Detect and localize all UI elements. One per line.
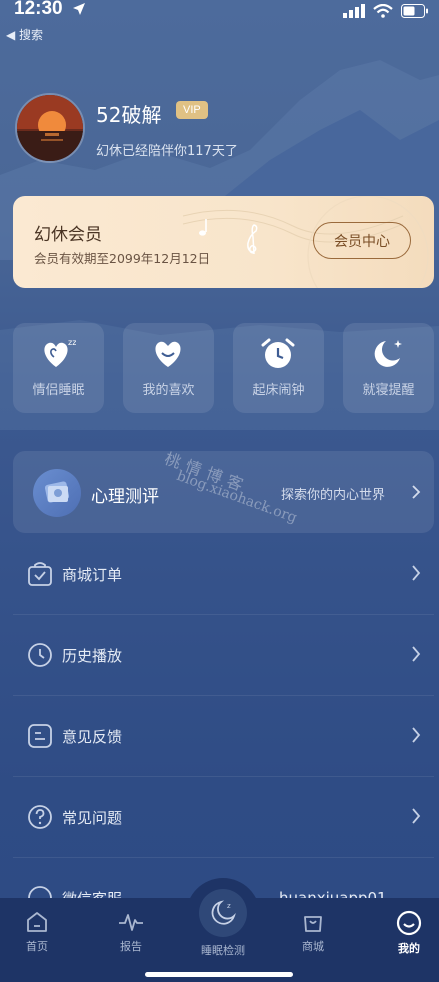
status-time: 12:30 — [14, 0, 63, 19]
quick-action-alarm[interactable]: 起床闹钟 — [233, 323, 324, 413]
tab-report[interactable]: 报告 — [96, 904, 166, 964]
status-bar: 12:30 — [0, 0, 439, 24]
treble-clef-icon — [247, 224, 258, 255]
menu-item-feedback[interactable]: 意见反馈 — [13, 697, 434, 777]
quick-action-label: 起床闹钟 — [252, 383, 305, 398]
pulse-icon — [119, 914, 143, 931]
bag-icon — [28, 562, 52, 586]
cellular-signal-icon — [343, 4, 365, 18]
heart-smile-icon — [155, 341, 181, 367]
menu-label: 历史播放 — [62, 647, 123, 665]
chevron-right-icon — [412, 646, 421, 662]
psych-test-subtitle: 探索你的内心世界 — [281, 488, 386, 503]
music-note-icon — [199, 219, 207, 236]
tab-label: 报告 — [120, 940, 142, 953]
home-icon — [27, 912, 47, 932]
location-arrow-icon — [73, 3, 85, 15]
battery-icon — [401, 4, 428, 18]
wifi-icon — [373, 4, 393, 18]
member-center-button[interactable]: 会员中心 — [313, 222, 411, 259]
tab-label: 我的 — [398, 942, 420, 955]
quick-action-label: 就寝提醒 — [362, 383, 415, 398]
menu-label: 意见反馈 — [62, 728, 123, 746]
quick-action-bedtime[interactable]: 就寝提醒 — [343, 323, 434, 413]
psych-test-icon — [33, 469, 81, 517]
clock-icon — [28, 643, 52, 667]
alarm-clock-icon — [261, 338, 295, 368]
svg-text:z: z — [227, 902, 231, 910]
shop-bag-icon — [304, 916, 322, 932]
tab-label: 商城 — [302, 940, 324, 953]
membership-title: 幻休会员 — [34, 225, 102, 245]
chevron-right-icon — [412, 565, 421, 581]
tab-label: 首页 — [26, 940, 48, 953]
svg-text:zz: zz — [68, 338, 76, 347]
tab-shop[interactable]: 商城 — [278, 904, 348, 964]
menu-label: 常见问题 — [62, 809, 123, 827]
chevron-right-icon — [412, 727, 421, 743]
tab-sleep-detect[interactable]: z — [199, 889, 247, 937]
chevron-right-icon — [412, 485, 421, 499]
username: 52破解 — [96, 103, 162, 127]
quick-action-favorites[interactable]: 我的喜欢 — [123, 323, 214, 413]
psych-test-title: 心理测评 — [91, 487, 159, 507]
tab-mine[interactable]: 我的 — [374, 904, 439, 964]
companion-days-text: 幻休已经陪伴你117天了 — [96, 144, 238, 159]
feedback-icon — [28, 724, 52, 748]
smile-icon — [396, 910, 422, 936]
membership-card[interactable]: 幻休会员 会员有效期至2099年12月12日 会员中心 — [13, 196, 434, 288]
question-icon — [28, 805, 52, 829]
menu-item-faq[interactable]: 常见问题 — [13, 778, 434, 858]
quick-action-label: 情侣睡眠 — [32, 383, 85, 398]
back-to-search-link[interactable]: ◀ 搜索 — [6, 26, 43, 43]
tab-label: 睡眠检测 — [201, 944, 245, 957]
menu-item-orders[interactable]: 商城订单 — [13, 535, 434, 615]
menu-item-history[interactable]: 历史播放 — [13, 616, 434, 696]
quick-action-label: 我的喜欢 — [142, 383, 195, 398]
home-indicator — [145, 972, 293, 977]
sleep-moon-icon: z — [211, 900, 236, 925]
chevron-right-icon — [412, 808, 421, 824]
membership-expiry: 会员有效期至2099年12月12日 — [34, 251, 211, 266]
avatar[interactable] — [15, 93, 85, 163]
heart-pair-icon: zz — [44, 338, 76, 367]
menu-label: 商城订单 — [62, 566, 123, 584]
vip-badge: VIP — [176, 101, 208, 119]
moon-icon — [374, 340, 402, 367]
quick-action-couple-sleep[interactable]: zz 情侣睡眠 — [13, 323, 104, 413]
quick-actions: zz 情侣睡眠 我的喜欢 起床闹钟 就寝提醒 — [13, 323, 439, 413]
tab-home[interactable]: 首页 — [2, 904, 72, 964]
